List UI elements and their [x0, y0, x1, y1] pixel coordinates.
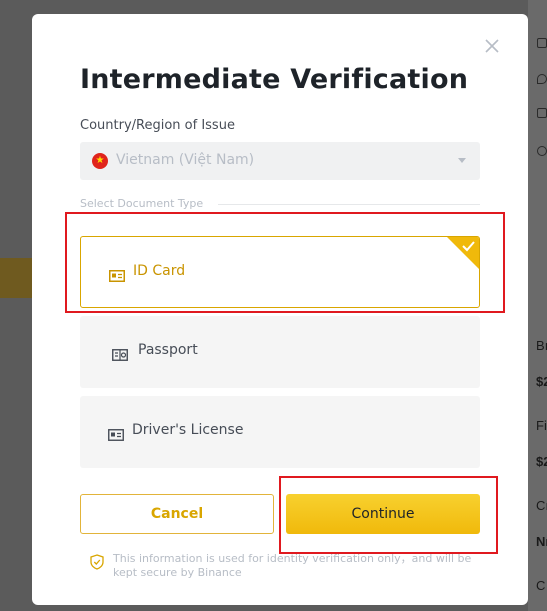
document-icon [537, 108, 547, 118]
location-icon [537, 74, 547, 84]
country-select[interactable]: ★ Vietnam (Việt Nam) [80, 142, 480, 180]
document-type-label: Select Document Type [80, 197, 204, 210]
background-button [0, 258, 32, 298]
support-icon [537, 146, 547, 156]
country-label: Country/Region of Issue [80, 118, 235, 133]
background-text: C [536, 578, 546, 593]
vietnam-flag-icon: ★ [92, 153, 108, 169]
background-text: Nı [536, 534, 547, 549]
privacy-notice: This information is used for identity ve… [113, 552, 472, 579]
continue-button[interactable]: Continue [286, 494, 480, 534]
background-text: Bı [536, 338, 547, 353]
id-card-icon [109, 267, 125, 282]
document-option-passport[interactable]: Passport [80, 316, 480, 388]
document-option-drivers-license[interactable]: Driver's License [80, 396, 480, 468]
selected-check-icon [447, 237, 479, 269]
modal-title: Intermediate Verification [80, 64, 469, 95]
divider [218, 204, 480, 205]
verification-modal: Intermediate Verification Country/Region… [32, 14, 528, 605]
document-option-id-card[interactable]: ID Card [80, 236, 480, 308]
document-option-label: Driver's License [132, 422, 244, 438]
document-option-label: ID Card [133, 263, 186, 279]
drivers-license-icon [108, 426, 124, 441]
country-value: Vietnam (Việt Nam) [116, 152, 255, 168]
background-text: $2 [536, 374, 547, 389]
grid-icon [537, 38, 547, 48]
document-option-label: Passport [138, 342, 198, 358]
background-text: $2 [536, 454, 547, 469]
caret-down-icon [458, 158, 466, 163]
passport-icon [112, 346, 128, 361]
background-text: Fi [536, 418, 547, 433]
background-panel [528, 0, 547, 611]
close-icon[interactable] [484, 38, 500, 54]
shield-check-icon [90, 554, 104, 570]
cancel-button[interactable]: Cancel [80, 494, 274, 534]
background-text: Cı [536, 498, 547, 513]
